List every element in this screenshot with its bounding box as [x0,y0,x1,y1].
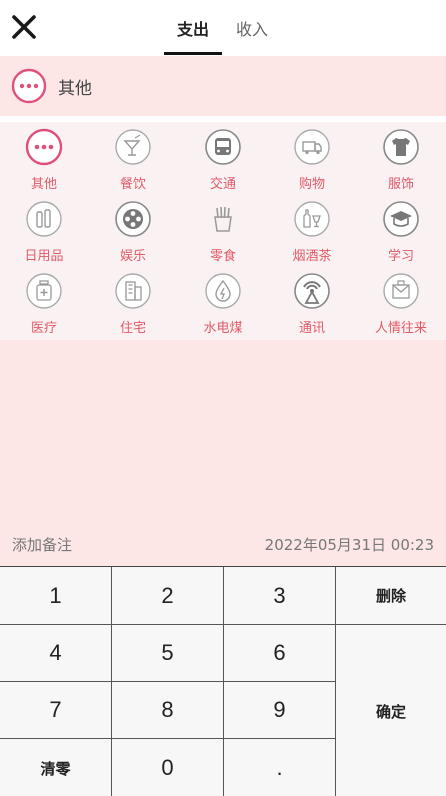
category-label: 医疗 [30,321,57,336]
more-dots-icon [11,68,47,104]
key-5[interactable]: 5 [112,625,224,682]
tab-bar: 支出 收入 [164,0,282,56]
category-label: 交通 [209,177,236,192]
close-button[interactable] [8,10,40,44]
clear-button[interactable]: 清零 [0,739,112,796]
water-drop-icon [205,273,241,309]
category-label: 零食 [209,249,236,264]
category-shopping[interactable]: 购物 [272,124,352,192]
category-label: 购物 [298,177,325,192]
building-icon [115,273,151,309]
bottle-glass-icon [294,201,330,237]
category-other[interactable]: 其他 [4,124,84,192]
key-decimal-point[interactable]: . [224,739,336,796]
key-3[interactable]: 3 [224,567,336,625]
key-9[interactable]: 9 [224,682,336,739]
category-label: 服饰 [387,177,414,192]
category-label: 人情往来 [374,321,427,336]
key-6[interactable]: 6 [224,625,336,682]
tab-income[interactable]: 收入 [222,0,282,56]
category-daily-goods[interactable]: 日用品 [4,196,84,264]
category-tobacco-alcohol-tea[interactable]: 烟酒茶 [272,196,352,264]
category-grid: 其他 餐饮 交通 购物 服饰 日用品 娱乐 零食 烟酒茶 学习 医疗 住宅 水电… [0,122,446,340]
category-label: 住宅 [119,321,146,336]
category-label: 娱乐 [119,249,146,264]
memo-area: 添加备注 2022年05月31日 00:23 [0,340,446,566]
category-dining[interactable]: 餐饮 [93,124,173,192]
category-housing[interactable]: 住宅 [93,268,173,336]
key-8[interactable]: 8 [112,682,224,739]
delivery-truck-icon [294,129,330,165]
tshirt-icon [383,129,419,165]
category-gifts-social[interactable]: 人情往来 [361,268,441,336]
category-label: 学习 [387,249,414,264]
category-medical[interactable]: 医疗 [4,268,84,336]
category-transport[interactable]: 交通 [183,124,263,192]
category-snacks[interactable]: 零食 [183,196,263,264]
gift-envelope-icon [383,273,419,309]
selected-category-label: 其他 [58,78,92,99]
category-label: 其他 [30,177,57,192]
category-clothing[interactable]: 服饰 [361,124,441,192]
category-label: 烟酒茶 [292,249,332,264]
bus-icon [205,129,241,165]
category-label: 通讯 [298,321,325,336]
close-icon [12,15,36,39]
graduation-cap-icon [383,201,419,237]
cocktail-icon [115,129,151,165]
key-2[interactable]: 2 [112,567,224,625]
top-bar: 支出 收入 [0,0,446,56]
category-label: 水电煤 [203,321,243,336]
toiletries-icon [26,201,62,237]
key-4[interactable]: 4 [0,625,112,682]
category-telecom[interactable]: 通讯 [272,268,352,336]
film-reel-icon [115,201,151,237]
delete-button[interactable]: 删除 [336,567,446,625]
medicine-bottle-icon [26,273,62,309]
category-label: 日用品 [24,249,64,264]
key-7[interactable]: 7 [0,682,112,739]
date-picker[interactable]: 2022年05月31日 00:23 [265,534,434,555]
category-label: 餐饮 [119,177,146,192]
confirm-button[interactable]: 确定 [336,625,446,796]
number-keypad: 1 2 3 删除 4 5 6 确定 7 8 9 清零 0 . [0,566,446,796]
key-1[interactable]: 1 [0,567,112,625]
more-dots-icon [25,128,63,166]
category-study[interactable]: 学习 [361,196,441,264]
tab-expense[interactable]: 支出 [164,0,222,56]
category-utilities[interactable]: 水电煤 [183,268,263,336]
signal-tower-icon [294,273,330,309]
selected-category-bar: 其他 [0,56,446,116]
add-memo-field[interactable]: 添加备注 [12,534,72,555]
key-0[interactable]: 0 [112,739,224,796]
category-entertainment[interactable]: 娱乐 [93,196,173,264]
fries-icon [214,206,232,232]
